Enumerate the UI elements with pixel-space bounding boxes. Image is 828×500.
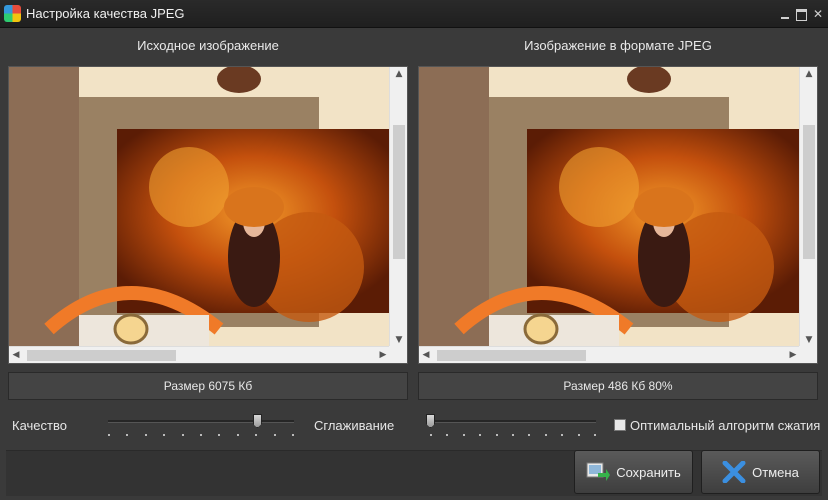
scroll-corner [389, 346, 407, 363]
scroll-down-arrow-icon[interactable]: ▼ [390, 333, 407, 347]
slider-tick [218, 434, 221, 436]
scroll-left-arrow-icon[interactable]: ◀ [419, 347, 433, 363]
quality-slider[interactable] [108, 414, 294, 440]
scroll-corner [799, 346, 817, 363]
smoothing-label: Сглаживание [314, 418, 395, 433]
slider-tick [479, 434, 482, 436]
slider-tick [528, 434, 531, 436]
vertical-scroll-thumb[interactable] [393, 125, 405, 259]
slider-tick [512, 434, 514, 436]
slider-tick [594, 434, 596, 436]
vertical-scroll-thumb[interactable] [803, 125, 815, 259]
slider-tick [126, 434, 129, 436]
horizontal-scroll-thumb[interactable] [437, 350, 586, 361]
slider-tick [495, 434, 498, 436]
slider-tick [163, 434, 166, 436]
optimal-algorithm-label[interactable]: Оптимальный алгоритм сжатия [630, 418, 820, 433]
slider-tick [462, 434, 465, 436]
slider-tick [144, 434, 147, 436]
slider-tick [273, 434, 276, 436]
jpeg-size-label: Размер 486 Кб 80% [418, 372, 818, 400]
scroll-up-arrow-icon[interactable]: ▲ [800, 67, 817, 81]
slider-tick [430, 434, 432, 436]
scroll-left-arrow-icon[interactable]: ◀ [9, 347, 23, 363]
save-image-icon [586, 461, 611, 483]
original-image-viewer[interactable]: ▲ ▼ ◀ ▶ [8, 66, 408, 364]
quality-slider-ticks [108, 434, 294, 437]
cancel-button[interactable]: Отмена [701, 450, 820, 494]
quality-label: Качество [12, 418, 67, 433]
title-bar: Настройка качества JPEG ✕ [0, 0, 828, 28]
original-vertical-scrollbar[interactable]: ▲ ▼ [389, 67, 407, 347]
horizontal-scroll-thumb[interactable] [27, 350, 176, 361]
jpeg-image-preview [419, 67, 800, 347]
jpeg-image-title: Изображение в формате JPEG [524, 38, 712, 53]
jpeg-horizontal-scrollbar[interactable]: ◀ ▶ [419, 346, 800, 363]
slider-tick [561, 434, 564, 436]
scroll-right-arrow-icon[interactable]: ▶ [786, 347, 800, 363]
quality-slider-thumb[interactable] [252, 414, 262, 428]
slider-tick [236, 434, 239, 436]
original-size-label: Размер 6075 Кб [8, 372, 408, 400]
jpeg-image-viewer[interactable]: ▲ ▼ ◀ ▶ [418, 66, 818, 364]
maximize-button[interactable] [794, 7, 808, 21]
original-image-preview [9, 67, 390, 347]
scroll-right-arrow-icon[interactable]: ▶ [376, 347, 390, 363]
close-button[interactable]: ✕ [811, 7, 825, 21]
minimize-button[interactable] [778, 7, 792, 21]
slider-tick [577, 434, 580, 436]
smoothing-slider[interactable] [426, 414, 596, 440]
save-button-label: Сохранить [616, 464, 681, 480]
smoothing-slider-ticks [430, 434, 596, 437]
smoothing-slider-track [430, 420, 596, 423]
smoothing-slider-thumb[interactable] [426, 414, 435, 428]
optimal-algorithm-checkbox[interactable] [614, 419, 626, 431]
quality-slider-track [108, 420, 294, 423]
slider-tick [200, 434, 202, 436]
slider-tick [446, 434, 449, 436]
cancel-x-icon [722, 460, 746, 484]
slider-tick [181, 434, 184, 436]
slider-tick [255, 434, 258, 436]
original-horizontal-scrollbar[interactable]: ◀ ▶ [9, 346, 390, 363]
slider-tick [108, 434, 110, 436]
slider-tick [292, 434, 294, 436]
slider-tick [544, 434, 547, 436]
original-image-title: Исходное изображение [137, 38, 279, 53]
footer-bar [6, 450, 822, 496]
cancel-button-label: Отмена [752, 464, 799, 480]
app-logo-icon [4, 5, 21, 22]
window-title: Настройка качества JPEG [26, 6, 185, 21]
jpeg-vertical-scrollbar[interactable]: ▲ ▼ [799, 67, 817, 347]
scroll-up-arrow-icon[interactable]: ▲ [390, 67, 407, 81]
scroll-down-arrow-icon[interactable]: ▼ [800, 333, 817, 347]
save-button[interactable]: Сохранить [574, 450, 693, 494]
